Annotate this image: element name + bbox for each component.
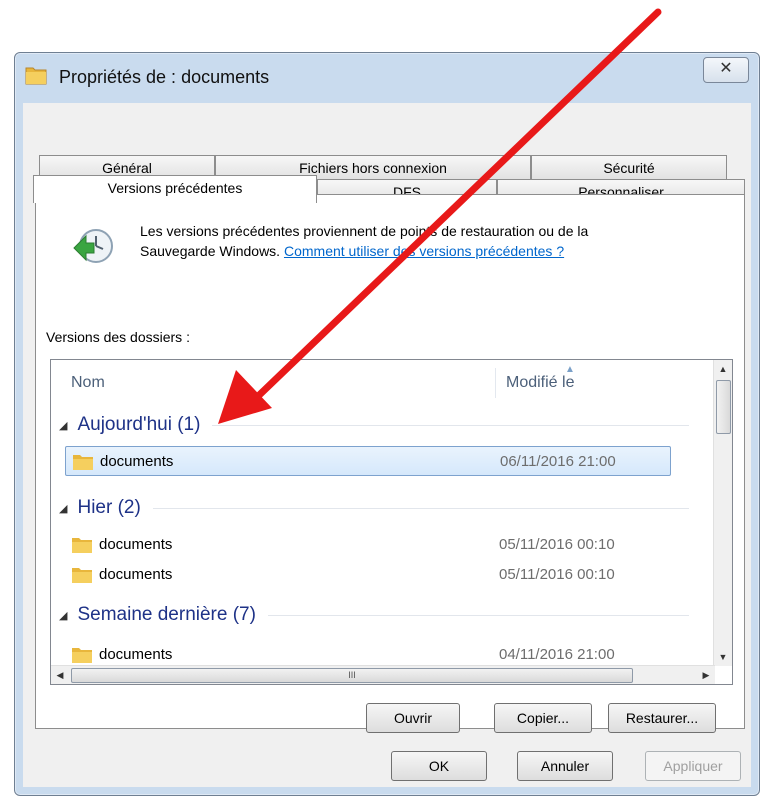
item-date: 05/11/2016 00:10 (499, 536, 615, 553)
tab-label: Général (102, 160, 152, 176)
folder-icon (72, 538, 92, 553)
sort-arrow-icon: ▲ (565, 364, 575, 375)
list-item[interactable]: documents 05/11/2016 00:10 (65, 560, 671, 590)
versions-label: Versions des dossiers : (46, 329, 190, 345)
versions-list[interactable]: Nom Modifié le ▲ ◢ Aujourd'hui (1) docum… (50, 359, 733, 685)
tab-label: Versions précédentes (107, 180, 243, 196)
item-name: documents (99, 646, 173, 663)
properties-dialog: Propriétés de : documents ✕ Général Fich… (14, 52, 760, 796)
group-label: Hier (2) (77, 497, 141, 518)
title-bar[interactable]: Propriétés de : documents ✕ (15, 53, 759, 103)
folder-icon (72, 568, 92, 583)
scroll-up-icon[interactable]: ▲ (714, 360, 732, 378)
open-button[interactable]: Ouvrir (366, 703, 460, 733)
scroll-left-icon[interactable]: ◀ (51, 666, 69, 684)
list-header: Nom Modifié le ▲ (51, 360, 713, 400)
help-link[interactable]: Comment utiliser des versions précédente… (284, 243, 564, 259)
group-today[interactable]: ◢ Aujourd'hui (1) (59, 412, 689, 438)
group-label: Semaine dernière (7) (77, 604, 256, 625)
restore-clock-icon (73, 229, 113, 263)
folder-icon (72, 648, 92, 663)
tab-security[interactable]: Sécurité (531, 155, 727, 179)
group-label: Aujourd'hui (1) (77, 414, 201, 435)
collapse-triangle-icon[interactable]: ◢ (59, 502, 67, 515)
group-divider (212, 424, 689, 426)
tab-panel: Les versions précédentes proviennent de … (35, 194, 745, 733)
restore-button[interactable]: Restaurer... (608, 703, 716, 733)
column-name[interactable]: Nom (71, 374, 105, 392)
item-date: 06/11/2016 21:00 (500, 453, 616, 470)
item-name: documents (100, 453, 174, 470)
tab-label: Fichiers hors connexion (299, 160, 447, 176)
column-modified[interactable]: Modifié le (506, 374, 574, 392)
group-last-week[interactable]: ◢ Semaine dernière (7) (59, 602, 689, 628)
window-title: Propriétés de : documents (59, 67, 270, 87)
scroll-down-icon[interactable]: ▼ (714, 648, 732, 666)
folder-icon (25, 67, 47, 85)
info-text: Les versions précédentes proviennent de … (140, 221, 720, 261)
copy-button[interactable]: Copier... (494, 703, 592, 733)
list-item[interactable]: documents 04/11/2016 21:00 (65, 640, 671, 666)
collapse-triangle-icon[interactable]: ◢ (59, 419, 67, 432)
close-button[interactable]: ✕ (703, 57, 749, 83)
item-name: documents (99, 536, 173, 553)
group-divider (267, 614, 689, 616)
tab-label: Sécurité (603, 160, 655, 176)
cancel-button[interactable]: Annuler (517, 751, 613, 781)
info-line-1: Les versions précédentes proviennent de … (140, 223, 589, 239)
group-divider (152, 507, 689, 509)
list-item[interactable]: documents 05/11/2016 00:10 (65, 530, 671, 560)
info-line-2: Sauvegarde Windows. (140, 243, 281, 259)
close-icon: ✕ (719, 60, 733, 77)
item-date: 04/11/2016 21:00 (499, 646, 615, 663)
ok-button[interactable]: OK (391, 751, 487, 781)
apply-button[interactable]: Appliquer (645, 751, 741, 781)
collapse-triangle-icon[interactable]: ◢ (59, 609, 67, 622)
vertical-scroll-thumb[interactable] (716, 380, 731, 434)
list-item[interactable]: documents 06/11/2016 21:00 (65, 446, 671, 476)
vertical-scrollbar[interactable]: ▲ ▼ (713, 360, 732, 666)
scroll-right-icon[interactable]: ▶ (697, 666, 715, 684)
item-name: documents (99, 566, 173, 583)
tab-previous-versions[interactable]: Versions précédentes (33, 175, 317, 203)
item-date: 05/11/2016 00:10 (499, 566, 615, 583)
scroll-grip: III (348, 670, 356, 680)
group-yesterday[interactable]: ◢ Hier (2) (59, 495, 689, 521)
column-divider[interactable] (495, 368, 496, 398)
folder-icon (73, 455, 93, 470)
horizontal-scroll-thumb[interactable]: III (71, 668, 633, 683)
horizontal-scrollbar[interactable]: ◀ III ▶ (51, 665, 715, 684)
dialog-client: Général Fichiers hors connexion Sécurité… (23, 103, 751, 787)
